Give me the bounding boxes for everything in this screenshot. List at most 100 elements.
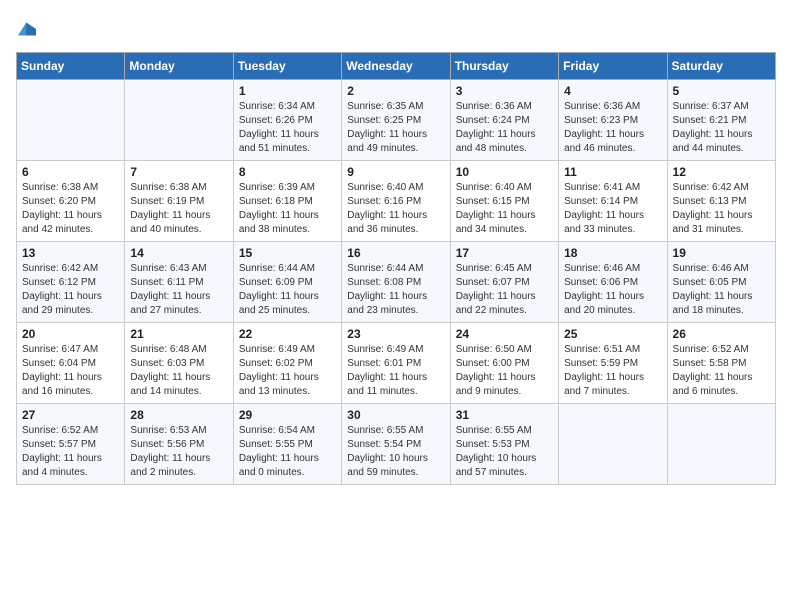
day-cell: 17Sunrise: 6:45 AM Sunset: 6:07 PM Dayli… — [450, 242, 558, 323]
day-cell: 6 Sunrise: 6:38 AM Sunset: 6:20 PM Daylig… — [17, 161, 125, 242]
day-number: 18 — [564, 246, 661, 260]
logo-text — [16, 16, 36, 40]
day-cell: 27 Sunrise: 6:52 AM Sunset: 5:57 PM Dayli… — [17, 404, 125, 485]
day-cell: 22 Sunrise: 6:49 AM Sunset: 6:02 PM Dayli… — [233, 323, 341, 404]
day-number: 2 — [347, 84, 444, 98]
day-number: 14 — [130, 246, 227, 260]
day-cell: 10 Sunrise: 6:40 AM Sunset: 6:15 PM Dayli… — [450, 161, 558, 242]
header-row: SundayMondayTuesdayWednesdayThursdayFrid… — [17, 53, 776, 80]
day-number: 22 — [239, 327, 336, 341]
day-cell: 21 Sunrise: 6:48 AM Sunset: 6:03 PM Dayli… — [125, 323, 233, 404]
day-content: Sunrise: 6:47 AM Sunset: 6:04 PM Dayligh… — [22, 343, 119, 399]
logo-bird-icon — [18, 22, 36, 36]
day-cell: 30 Sunrise: 6:55 AM Sunset: 5:54 PM Dayli… — [342, 404, 450, 485]
day-content: Sunrise: 6:38 AM Sunset: 6:19 PM Dayligh… — [130, 181, 227, 237]
day-content: Sunrise: 6:43 AM Sunset: 6:11 PM Dayligh… — [130, 262, 227, 318]
day-content: Sunrise: 6:55 AM Sunset: 5:54 PM Dayligh… — [347, 424, 444, 480]
header-cell-saturday: Saturday — [667, 53, 775, 80]
day-number: 29 — [239, 408, 336, 422]
day-content: Sunrise: 6:37 AM Sunset: 6:21 PM Dayligh… — [673, 100, 770, 156]
day-cell: 8 Sunrise: 6:39 AM Sunset: 6:18 PM Daylig… — [233, 161, 341, 242]
day-content: Sunrise: 6:35 AM Sunset: 6:25 PM Dayligh… — [347, 100, 444, 156]
day-number: 5 — [673, 84, 770, 98]
day-cell — [667, 404, 775, 485]
calendar-body: 1 Sunrise: 6:34 AM Sunset: 6:26 PM Daylig… — [17, 80, 776, 485]
day-number: 8 — [239, 165, 336, 179]
day-number: 1 — [239, 84, 336, 98]
day-number: 3 — [456, 84, 553, 98]
day-cell: 26Sunrise: 6:52 AM Sunset: 5:58 PM Dayli… — [667, 323, 775, 404]
header-cell-wednesday: Wednesday — [342, 53, 450, 80]
day-number: 10 — [456, 165, 553, 179]
day-number: 12 — [673, 165, 770, 179]
day-content: Sunrise: 6:54 AM Sunset: 5:55 PM Dayligh… — [239, 424, 336, 480]
day-cell: 12 Sunrise: 6:42 AM Sunset: 6:13 PM Dayli… — [667, 161, 775, 242]
header — [16, 16, 776, 40]
week-row-1: 1 Sunrise: 6:34 AM Sunset: 6:26 PM Daylig… — [17, 80, 776, 161]
day-content: Sunrise: 6:41 AM Sunset: 6:14 PM Dayligh… — [564, 181, 661, 237]
day-cell: 25Sunrise: 6:51 AM Sunset: 5:59 PM Dayli… — [559, 323, 667, 404]
day-number: 31 — [456, 408, 553, 422]
day-cell — [559, 404, 667, 485]
day-content: Sunrise: 6:38 AM Sunset: 6:20 PM Dayligh… — [22, 181, 119, 237]
day-number: 13 — [22, 246, 119, 260]
week-row-2: 6 Sunrise: 6:38 AM Sunset: 6:20 PM Daylig… — [17, 161, 776, 242]
day-cell: 20 Sunrise: 6:47 AM Sunset: 6:04 PM Dayli… — [17, 323, 125, 404]
day-content: Sunrise: 6:44 AM Sunset: 6:09 PM Dayligh… — [239, 262, 336, 318]
calendar-header: SundayMondayTuesdayWednesdayThursdayFrid… — [17, 53, 776, 80]
day-cell: 29 Sunrise: 6:54 AM Sunset: 5:55 PM Dayli… — [233, 404, 341, 485]
header-cell-sunday: Sunday — [17, 53, 125, 80]
day-number: 28 — [130, 408, 227, 422]
day-number: 15 — [239, 246, 336, 260]
calendar-table: SundayMondayTuesdayWednesdayThursdayFrid… — [16, 52, 776, 485]
day-cell: 14 Sunrise: 6:43 AM Sunset: 6:11 PM Dayli… — [125, 242, 233, 323]
day-content: Sunrise: 6:51 AM Sunset: 5:59 PM Dayligh… — [564, 343, 661, 399]
header-cell-thursday: Thursday — [450, 53, 558, 80]
day-cell: 19Sunrise: 6:46 AM Sunset: 6:05 PM Dayli… — [667, 242, 775, 323]
day-number: 21 — [130, 327, 227, 341]
day-content: Sunrise: 6:34 AM Sunset: 6:26 PM Dayligh… — [239, 100, 336, 156]
day-content: Sunrise: 6:42 AM Sunset: 6:13 PM Dayligh… — [673, 181, 770, 237]
day-number: 11 — [564, 165, 661, 179]
day-cell — [17, 80, 125, 161]
day-content: Sunrise: 6:45 AM Sunset: 6:07 PM Dayligh… — [456, 262, 553, 318]
header-cell-tuesday: Tuesday — [233, 53, 341, 80]
day-cell: 16 Sunrise: 6:44 AM Sunset: 6:08 PM Dayli… — [342, 242, 450, 323]
day-content: Sunrise: 6:53 AM Sunset: 5:56 PM Dayligh… — [130, 424, 227, 480]
day-content: Sunrise: 6:52 AM Sunset: 5:58 PM Dayligh… — [673, 343, 770, 399]
day-cell: 24Sunrise: 6:50 AM Sunset: 6:00 PM Dayli… — [450, 323, 558, 404]
day-cell: 5 Sunrise: 6:37 AM Sunset: 6:21 PM Daylig… — [667, 80, 775, 161]
day-content: Sunrise: 6:40 AM Sunset: 6:15 PM Dayligh… — [456, 181, 553, 237]
day-cell: 31 Sunrise: 6:55 AM Sunset: 5:53 PM Dayli… — [450, 404, 558, 485]
day-content: Sunrise: 6:44 AM Sunset: 6:08 PM Dayligh… — [347, 262, 444, 318]
day-cell: 15 Sunrise: 6:44 AM Sunset: 6:09 PM Dayli… — [233, 242, 341, 323]
day-cell: 3 Sunrise: 6:36 AM Sunset: 6:24 PM Daylig… — [450, 80, 558, 161]
day-number: 7 — [130, 165, 227, 179]
day-content: Sunrise: 6:36 AM Sunset: 6:24 PM Dayligh… — [456, 100, 553, 156]
day-content: Sunrise: 6:48 AM Sunset: 6:03 PM Dayligh… — [130, 343, 227, 399]
day-content: Sunrise: 6:52 AM Sunset: 5:57 PM Dayligh… — [22, 424, 119, 480]
day-number: 20 — [22, 327, 119, 341]
day-number: 6 — [22, 165, 119, 179]
day-content: Sunrise: 6:55 AM Sunset: 5:53 PM Dayligh… — [456, 424, 553, 480]
day-content: Sunrise: 6:39 AM Sunset: 6:18 PM Dayligh… — [239, 181, 336, 237]
day-number: 27 — [22, 408, 119, 422]
day-cell: 1 Sunrise: 6:34 AM Sunset: 6:26 PM Daylig… — [233, 80, 341, 161]
day-content: Sunrise: 6:49 AM Sunset: 6:02 PM Dayligh… — [239, 343, 336, 399]
day-cell: 23 Sunrise: 6:49 AM Sunset: 6:01 PM Dayli… — [342, 323, 450, 404]
header-cell-friday: Friday — [559, 53, 667, 80]
day-cell: 13 Sunrise: 6:42 AM Sunset: 6:12 PM Dayli… — [17, 242, 125, 323]
day-number: 16 — [347, 246, 444, 260]
day-number: 9 — [347, 165, 444, 179]
day-content: Sunrise: 6:49 AM Sunset: 6:01 PM Dayligh… — [347, 343, 444, 399]
day-content: Sunrise: 6:40 AM Sunset: 6:16 PM Dayligh… — [347, 181, 444, 237]
day-number: 23 — [347, 327, 444, 341]
week-row-5: 27 Sunrise: 6:52 AM Sunset: 5:57 PM Dayli… — [17, 404, 776, 485]
header-cell-monday: Monday — [125, 53, 233, 80]
day-cell: 9 Sunrise: 6:40 AM Sunset: 6:16 PM Daylig… — [342, 161, 450, 242]
day-content: Sunrise: 6:42 AM Sunset: 6:12 PM Dayligh… — [22, 262, 119, 318]
day-cell — [125, 80, 233, 161]
day-number: 30 — [347, 408, 444, 422]
day-cell: 4Sunrise: 6:36 AM Sunset: 6:23 PM Daylig… — [559, 80, 667, 161]
logo — [16, 16, 36, 40]
